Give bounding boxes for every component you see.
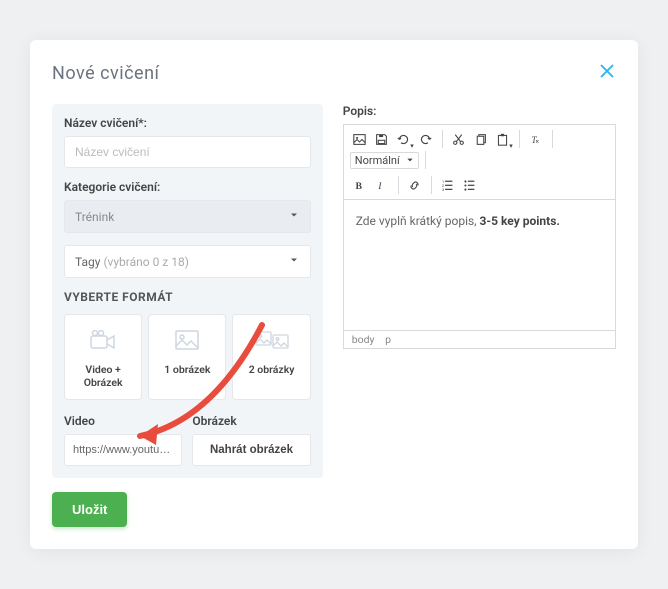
numbered-list-icon[interactable]: 123 — [438, 175, 458, 195]
desc-label: Popis: — [343, 104, 616, 118]
tags-text: Tagy (vybráno 0 z 18) — [75, 255, 189, 269]
format-two-images[interactable]: 2 obrázky — [232, 314, 310, 400]
paste-icon[interactable]: ▾ — [493, 129, 513, 149]
video-camera-icon — [69, 327, 137, 353]
category-select[interactable]: Trénink — [64, 200, 311, 233]
image-icon — [153, 327, 221, 353]
separator — [425, 151, 426, 169]
video-col: Video — [64, 414, 182, 466]
editor-content[interactable]: Zde vyplň krátký popis, 3-5 key points. — [344, 200, 615, 330]
format-label: 2 obrázky — [237, 363, 305, 376]
category-value: Trénink — [75, 210, 114, 224]
svg-text:3: 3 — [442, 187, 445, 192]
italic-icon[interactable]: I — [372, 175, 392, 195]
bold-icon[interactable]: B — [350, 175, 370, 195]
bullet-list-icon[interactable] — [460, 175, 480, 195]
tags-select[interactable]: Tagy (vybráno 0 z 18) — [64, 245, 311, 278]
separator — [552, 130, 553, 148]
image-col: Obrázek Nahrát obrázek — [192, 414, 310, 466]
video-url-input[interactable] — [64, 434, 182, 466]
left-column: Název cvičení*: Kategorie cvičení: Tréni… — [52, 104, 323, 478]
svg-text:×: × — [536, 137, 540, 145]
format-label: 1 obrázek — [153, 363, 221, 376]
editor-toolbar: ▾ ▾ T× Normální B I — [344, 125, 615, 200]
category-label: Kategorie cvičení: — [64, 180, 311, 194]
format-label: Video + Obrázek — [69, 363, 137, 389]
modal-title: Nové cvičení — [52, 63, 159, 84]
redo-icon[interactable] — [416, 129, 436, 149]
media-row: Video Obrázek Nahrát obrázek — [64, 414, 311, 466]
close-icon[interactable] — [598, 62, 616, 84]
image-icon[interactable] — [350, 129, 370, 149]
video-label: Video — [64, 414, 182, 428]
format-row: Video + Obrázek 1 obrázek 2 obrázky — [64, 314, 311, 400]
image-label: Obrázek — [192, 414, 310, 428]
remove-format-icon[interactable]: T× — [526, 129, 546, 149]
save-icon[interactable] — [372, 129, 392, 149]
upload-image-button[interactable]: Nahrát obrázek — [192, 434, 310, 466]
path-p[interactable]: p — [385, 333, 391, 346]
svg-text:I: I — [377, 180, 382, 191]
paragraph-style-select[interactable]: Normální — [350, 152, 419, 169]
copy-icon[interactable] — [471, 129, 491, 149]
name-label: Název cvičení*: — [64, 116, 311, 130]
name-input[interactable] — [64, 136, 311, 168]
images-icon — [237, 327, 305, 353]
separator — [398, 176, 399, 194]
save-button[interactable]: Uložit — [52, 492, 127, 527]
format-title: VYBERTE FORMÁT — [64, 290, 311, 304]
chevron-down-icon — [288, 209, 300, 224]
editor-path: body p — [344, 330, 615, 348]
rich-text-editor: ▾ ▾ T× Normální B I — [343, 124, 616, 349]
format-video-image[interactable]: Video + Obrázek — [64, 314, 142, 400]
undo-icon[interactable]: ▾ — [394, 129, 414, 149]
right-column: Popis: ▾ ▾ T× Normální — [343, 104, 616, 478]
link-icon[interactable] — [405, 175, 425, 195]
cut-icon[interactable] — [449, 129, 469, 149]
format-one-image[interactable]: 1 obrázek — [148, 314, 226, 400]
modal-body: Název cvičení*: Kategorie cvičení: Tréni… — [52, 104, 616, 478]
modal-header: Nové cvičení — [52, 62, 616, 84]
svg-text:B: B — [356, 180, 363, 191]
modal: Nové cvičení Název cvičení*: Kategorie c… — [30, 40, 638, 549]
chevron-down-icon — [288, 254, 300, 269]
separator — [442, 130, 443, 148]
separator — [431, 176, 432, 194]
separator — [519, 130, 520, 148]
chevron-down-icon — [406, 154, 414, 167]
path-body[interactable]: body — [352, 333, 375, 346]
